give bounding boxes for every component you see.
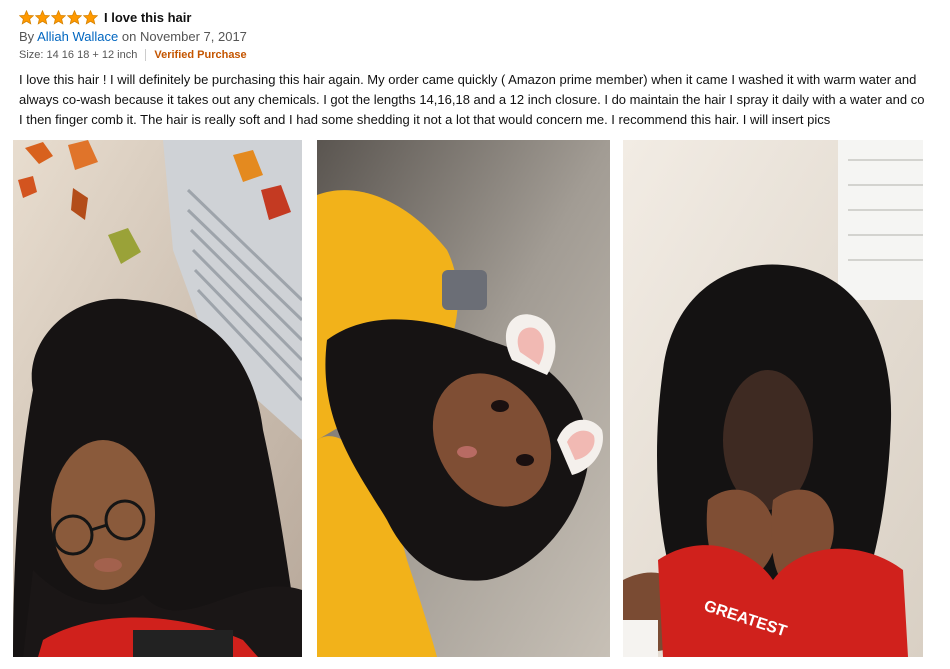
by-label: By [19, 29, 35, 44]
photo-image [317, 140, 610, 657]
star-icon [67, 9, 82, 25]
review-title[interactable]: I love this hair [104, 10, 191, 25]
review-date: on November 7, 2017 [121, 29, 247, 44]
review-byline: By Alliah Wallace on November 7, 2017 [19, 29, 247, 44]
size-label: Size: 14 16 18 + 12 inch [19, 49, 138, 61]
review-card: I love this hair By Alliah Wallace on No… [0, 0, 950, 669]
review-meta: Size: 14 16 18 + 12 inch Verified Purcha… [19, 49, 247, 61]
meta-divider [145, 49, 147, 61]
customer-photo-2[interactable] [317, 140, 610, 657]
star-icon [19, 9, 34, 25]
review-body-line: I love this hair ! I will definitely be … [19, 72, 917, 87]
star-rating[interactable] [19, 9, 98, 25]
star-icon [83, 9, 98, 25]
customer-photo-3[interactable]: GREATEST [623, 140, 923, 657]
photo-image: GREATEST [623, 140, 923, 657]
review-header: I love this hair [19, 7, 191, 27]
author-link[interactable]: Alliah Wallace [37, 29, 118, 44]
photo-image [13, 140, 302, 657]
verified-purchase-badge: Verified Purchase [154, 49, 247, 61]
review-body: I love this hair ! I will definitely be … [19, 70, 950, 130]
review-body-line: always co-wash because it takes out any … [19, 92, 925, 107]
star-icon [51, 9, 66, 25]
star-icon [35, 9, 50, 25]
review-body-line: I then finger comb it. The hair is reall… [19, 112, 831, 127]
customer-photo-1[interactable] [13, 140, 302, 657]
